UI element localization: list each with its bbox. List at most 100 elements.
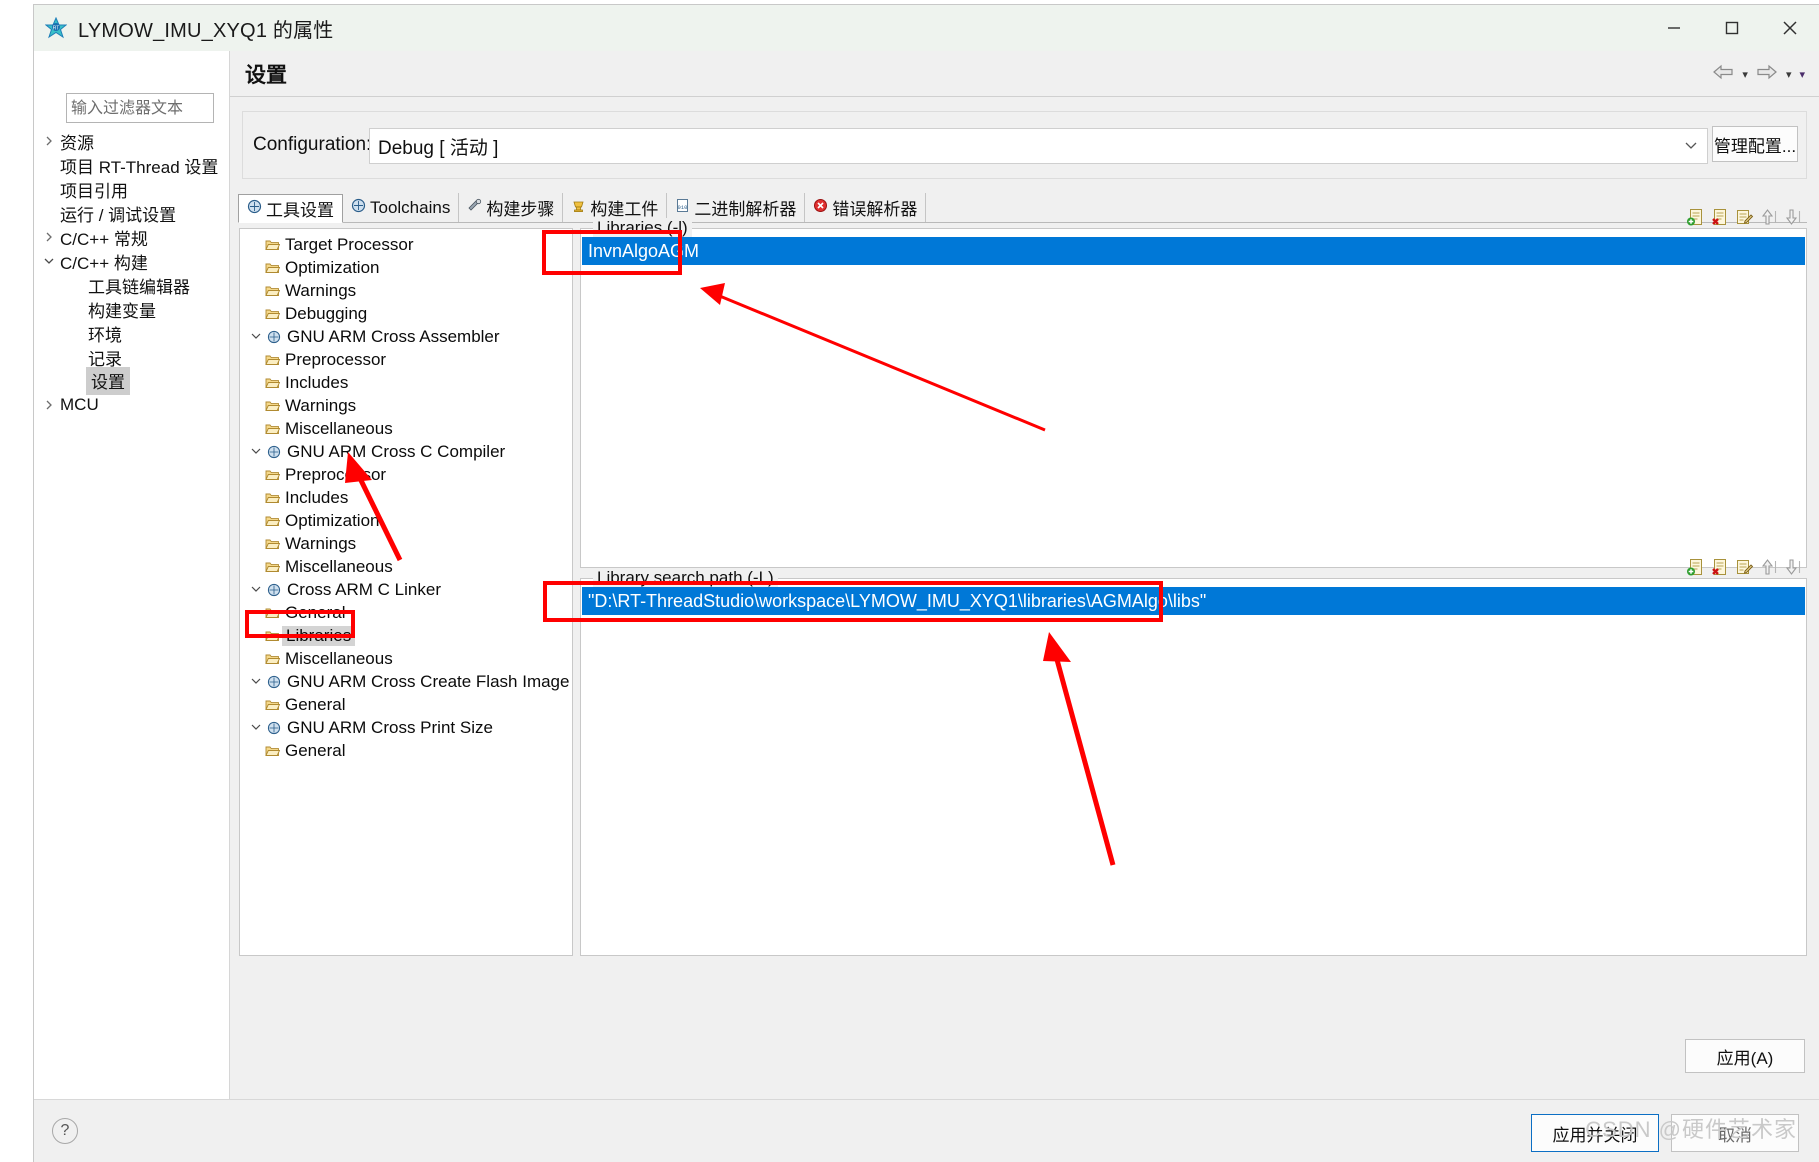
chevron-down-icon[interactable] <box>248 721 264 735</box>
tree-item-asm-preprocessor[interactable]: Preprocessor <box>240 348 572 371</box>
tree-item-target-processor[interactable]: Target Processor <box>240 233 572 256</box>
folder-icon <box>262 652 282 665</box>
apply-and-close-button[interactable]: 应用并关闭 <box>1531 1114 1659 1152</box>
tree-item-asm-miscellaneous[interactable]: Miscellaneous <box>240 417 572 440</box>
sidebar-item-cpp-build[interactable]: C/C++ 构建 <box>34 249 230 273</box>
edit-icon[interactable] <box>1734 557 1754 577</box>
tree-item-optimization[interactable]: Optimization <box>240 256 572 279</box>
sidebar-item-project-references[interactable]: 项目引用 <box>34 177 230 201</box>
chevron-right-icon[interactable] <box>40 232 58 242</box>
sidebar-item-label: 项目 RT-Thread 设置 <box>60 157 219 177</box>
back-history-chevron-down-icon[interactable]: ▾ <box>1742 68 1748 81</box>
minimize-icon[interactable] <box>1645 5 1703 51</box>
edit-icon[interactable] <box>1734 207 1754 227</box>
chevron-right-icon[interactable] <box>40 136 58 146</box>
page-title: 设置 <box>245 63 287 87</box>
sidebar-item-run-debug-settings[interactable]: 运行 / 调试设置 <box>34 201 230 225</box>
chevron-down-icon[interactable] <box>248 675 264 689</box>
sidebar-item-cpp-general[interactable]: C/C++ 常规 <box>34 225 230 249</box>
folder-icon <box>262 307 282 320</box>
manage-configurations-button[interactable]: 管理配置... <box>1712 126 1798 162</box>
tree-item-cc-preprocessor[interactable]: Preprocessor <box>240 463 572 486</box>
tool-settings-tree[interactable]: Target Processor Optimization Warnings D… <box>239 228 573 956</box>
move-down-icon[interactable] <box>1782 557 1802 577</box>
tree-item-gnu-arm-cross-print-size[interactable]: GNU ARM Cross Print Size <box>240 716 572 739</box>
forward-history-chevron-down-icon[interactable]: ▾ <box>1786 68 1792 81</box>
tree-item-label: GNU ARM Cross Create Flash Image <box>287 671 570 691</box>
tree-item-debugging[interactable]: Debugging <box>240 302 572 325</box>
sidebar-item-resource[interactable]: 资源 <box>34 129 230 153</box>
chevron-right-icon[interactable] <box>40 400 58 410</box>
sidebar-item-label: 设置 <box>86 367 130 395</box>
libraries-caption: Libraries (-l) <box>593 218 692 238</box>
delete-icon[interactable] <box>1710 557 1730 577</box>
tree-item-linker-libraries[interactable]: Libraries <box>240 624 572 647</box>
folder-icon <box>262 238 282 251</box>
tree-item-linker-miscellaneous[interactable]: Miscellaneous <box>240 647 572 670</box>
sidebar-item-environment[interactable]: 环境 <box>34 321 230 345</box>
tree-item-print-size-general[interactable]: General <box>240 739 572 762</box>
chevron-down-icon[interactable] <box>248 330 264 344</box>
tree-item-linker-general[interactable]: General <box>240 601 572 624</box>
move-down-icon[interactable] <box>1782 207 1802 227</box>
library-search-path-toolbar <box>1686 557 1802 577</box>
sidebar-item-build-variables[interactable]: 构建变量 <box>34 297 230 321</box>
tree-item-asm-includes[interactable]: Includes <box>240 371 572 394</box>
sidebar-item-settings[interactable]: 设置 <box>34 367 230 395</box>
tree-item-cross-arm-c-linker[interactable]: Cross ARM C Linker <box>240 578 572 601</box>
tree-item-cc-miscellaneous[interactable]: Miscellaneous <box>240 555 572 578</box>
configuration-select[interactable]: Debug [ 活动 ] <box>369 128 1708 164</box>
add-icon[interactable] <box>1686 207 1706 227</box>
sidebar-item-rtthread-settings[interactable]: 项目 RT-Thread 设置 <box>34 153 230 177</box>
tree-item-asm-warnings[interactable]: Warnings <box>240 394 572 417</box>
tree-item-gnu-arm-cross-assembler[interactable]: GNU ARM Cross Assembler <box>240 325 572 348</box>
sidebar-item-label: 环境 <box>88 325 122 345</box>
list-item[interactable]: InvnAlgoAGM <box>582 237 1805 265</box>
chevron-down-icon[interactable] <box>1685 139 1697 153</box>
folder-icon <box>262 560 282 573</box>
tree-item-gnu-arm-cross-create-flash-image[interactable]: GNU ARM Cross Create Flash Image <box>240 670 572 693</box>
dialog-body: 输入过滤器文本 资源 项目 RT-Thread 设置 项目引用 运行 / 调试设… <box>34 51 1819 1162</box>
cancel-button[interactable]: 取消 <box>1671 1114 1799 1152</box>
tab-toolchains[interactable]: Toolchains <box>343 193 460 222</box>
sidebar-item-toolchain-editor[interactable]: 工具链编辑器 <box>34 273 230 297</box>
sidebar-item-label: MCU <box>60 395 99 414</box>
apply-button[interactable]: 应用(A) <box>1685 1039 1805 1073</box>
tree-item-label: Libraries <box>282 625 356 646</box>
move-up-icon[interactable] <box>1758 557 1778 577</box>
tab-label: 构建工件 <box>590 200 659 219</box>
delete-icon[interactable] <box>1710 207 1730 227</box>
tree-item-gnu-arm-cross-c-compiler[interactable]: GNU ARM Cross C Compiler <box>240 440 572 463</box>
library-search-path-panel[interactable]: Library search path (-L) "D:\RT-ThreadSt… <box>580 559 1807 956</box>
tree-item-cc-includes[interactable]: Includes <box>240 486 572 509</box>
back-arrow-icon[interactable] <box>1712 63 1734 86</box>
sidebar-item-logging[interactable]: 记录 <box>34 345 230 369</box>
sidebar-item-label: C/C++ 构建 <box>60 253 148 273</box>
sidebar-item-mcu[interactable]: MCU <box>34 393 230 417</box>
tree-item-flash-image-general[interactable]: General <box>240 693 572 716</box>
build-artifact-icon <box>571 198 586 218</box>
tab-build-steps[interactable]: 构建步骤 <box>459 193 564 222</box>
tree-item-label: Optimization <box>285 257 380 277</box>
more-chevron-down-icon[interactable]: ▾ <box>1799 68 1805 81</box>
forward-arrow-icon[interactable] <box>1756 63 1778 86</box>
chevron-down-icon[interactable] <box>40 256 58 266</box>
tree-item-warnings[interactable]: Warnings <box>240 279 572 302</box>
chevron-down-icon[interactable] <box>248 583 264 597</box>
move-up-icon[interactable] <box>1758 207 1778 227</box>
tree-item-cc-optimization[interactable]: Optimization <box>240 509 572 532</box>
add-icon[interactable] <box>1686 557 1706 577</box>
sidebar-item-label: 运行 / 调试设置 <box>60 205 177 225</box>
tab-tool-settings[interactable]: 工具设置 <box>238 194 343 223</box>
list-item[interactable]: "D:\RT-ThreadStudio\workspace\LYMOW_IMU_… <box>582 587 1805 615</box>
tool-icon <box>264 583 284 597</box>
tab-error-parser[interactable]: 错误解析器 <box>805 193 927 222</box>
tree-item-cc-warnings[interactable]: Warnings <box>240 532 572 555</box>
library-search-path-caption: Library search path (-L) <box>593 568 778 588</box>
help-icon[interactable]: ? <box>52 1118 78 1144</box>
libraries-list-panel[interactable]: Libraries (-l) InvnAlgoAGM <box>580 209 1807 568</box>
chevron-down-icon[interactable] <box>248 445 264 459</box>
filter-input[interactable]: 输入过滤器文本 <box>66 93 214 123</box>
maximize-icon[interactable] <box>1703 5 1761 51</box>
close-icon[interactable] <box>1761 5 1819 51</box>
